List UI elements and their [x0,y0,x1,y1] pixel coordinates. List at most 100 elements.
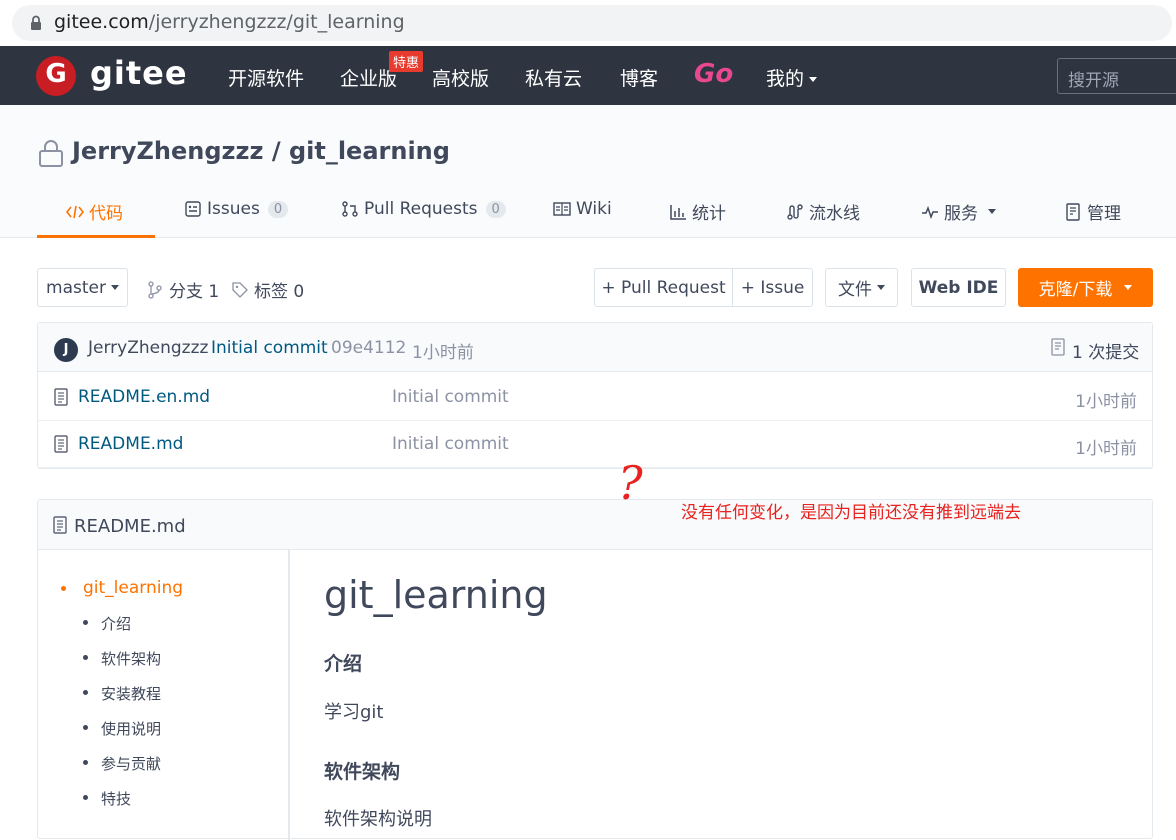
table-row[interactable]: README.en.md Initial commit 1小时前 [38,373,1152,421]
search-input[interactable]: 搜开源 [1057,58,1176,94]
latest-commit-bar: J JerryZhengzzz Initial commit 09e4112 1… [38,323,1152,372]
nav-private-cloud[interactable]: 私有云 [525,64,582,91]
browser-address-bar: gitee.com/jerryzhengzzz/git_learning [0,0,1176,46]
toc-item-label: git_learning [83,578,184,598]
toc-item-label: 使用说明 [101,720,162,738]
file-list: J JerryZhengzzz Initial commit 09e4112 1… [37,322,1153,469]
tab-pipeline-label: 流水线 [809,204,860,224]
file-icon [54,435,68,453]
promo-badge: 特惠 [389,51,424,72]
pulls-count-badge: 0 [485,200,506,218]
branch-select[interactable]: master [37,268,128,307]
tab-manage[interactable]: 管理 [1064,199,1121,224]
commit-count-link[interactable]: 1 次提交 [1072,338,1139,363]
toc-item-label: 安装教程 [101,685,162,703]
toc-item[interactable]: git_learning [61,578,184,598]
web-ide-button[interactable]: Web IDE [911,268,1006,307]
avatar[interactable]: J [54,338,78,362]
issues-icon [185,201,201,217]
chevron-down-icon [110,285,119,290]
private-lock-icon [39,140,63,167]
new-issue-button[interactable]: + Issue [732,268,813,307]
new-pull-request-button[interactable]: + Pull Request [594,268,733,307]
tab-service[interactable]: 服务 [921,199,996,224]
file-name[interactable]: README.en.md [78,387,210,407]
toc-item-label: 参与贡献 [101,755,162,773]
book-icon [553,202,571,216]
file-time: 1小时前 [1075,439,1137,459]
file-icon [53,516,67,534]
readme-h1: git_learning [324,573,548,617]
branches-label: 分支 1 [169,282,220,302]
readme-filename[interactable]: README.md [74,516,186,537]
active-tab-indicator [37,235,155,238]
tab-stats-label: 统计 [692,204,726,224]
commits-doc-icon [1051,338,1065,356]
file-menu-button[interactable]: 文件 [825,268,898,307]
toc-item[interactable]: 特技 [83,788,132,809]
toc-item[interactable]: 使用说明 [83,718,162,739]
chevron-down-icon [809,77,818,82]
gitee-logo-text[interactable]: gitee [90,54,188,92]
toc-item[interactable]: 软件架构 [83,648,162,669]
top-navbar: G gitee 开源软件 企业版 特惠 高校版 私有云 博客 Go 我的 搜开源 [0,46,1176,105]
tags-link[interactable]: 标签 0 [232,277,304,302]
tab-manage-label: 管理 [1087,204,1121,224]
tags-label: 标签 0 [254,282,305,302]
tab-wiki[interactable]: Wiki [553,199,612,219]
tab-service-label: 服务 [944,204,978,224]
nav-blog[interactable]: 博客 [620,64,658,91]
file-menu-label: 文件 [838,280,872,300]
nav-mine-label: 我的 [766,68,805,90]
tab-pull-requests[interactable]: Pull Requests 0 [341,199,506,219]
clone-label: 克隆/下载 [1038,280,1113,300]
readme-paragraph: 软件架构说明 [324,809,432,830]
repo-title[interactable]: JerryZhengzzz / git_learning [72,137,450,165]
branch-select-label: master [46,277,106,298]
table-row[interactable]: README.md Initial commit 1小时前 [38,420,1152,468]
nav-go[interactable]: Go [694,59,733,89]
tab-stats[interactable]: 统计 [669,199,726,224]
toc-item[interactable]: 安装教程 [83,683,162,704]
lock-icon [31,15,41,30]
readme-h3-arch: 软件架构 [324,761,401,783]
file-commit-message[interactable]: Initial commit [392,434,509,454]
chevron-down-icon [988,209,996,214]
toc-item-label: 软件架构 [101,650,162,668]
branch-icon [148,280,162,299]
toc-item[interactable]: 参与贡献 [83,753,162,774]
nav-open-source[interactable]: 开源软件 [228,64,304,91]
url-text[interactable]: gitee.com/jerryzhengzzz/git_learning [54,11,405,33]
commit-author[interactable]: JerryZhengzzz [88,338,208,358]
commit-time: 1小时前 [412,343,474,363]
readme-toc: git_learning 介绍 软件架构 安装教程 使用说明 参与贡献 特技 [38,550,290,840]
pull-request-icon [342,201,358,217]
search-placeholder: 搜开源 [1068,71,1119,91]
tab-issues[interactable]: Issues 0 [184,199,289,219]
bar-chart-icon [670,204,686,220]
tab-pulls-label: Pull Requests [364,199,478,219]
readme-h3-intro: 介绍 [324,653,363,675]
clone-download-button[interactable]: 克隆/下载 [1018,268,1153,307]
tag-icon [232,281,248,298]
gitee-logo-icon[interactable]: G [36,56,76,96]
tab-pipeline[interactable]: 流水线 [786,199,860,224]
commit-message[interactable]: Initial commit [211,338,328,358]
nav-mine[interactable]: 我的 [766,64,818,91]
commit-hash[interactable]: 09e4112 [331,338,406,358]
tab-code[interactable]: 代码 [66,199,123,224]
file-name[interactable]: README.md [78,434,183,454]
pipeline-icon [787,203,803,220]
nav-education[interactable]: 高校版 [432,64,489,91]
pulse-icon [922,205,938,219]
readme-paragraph: 学习git [324,702,384,723]
chevron-down-icon [1124,285,1133,290]
toc-item[interactable]: 介绍 [83,613,131,634]
branches-link[interactable]: 分支 1 [147,277,219,302]
annotation-note: 没有任何变化，是因为目前还没有推到远端去 [681,503,1021,523]
toc-item-label: 特技 [101,790,132,808]
tab-code-label: 代码 [89,204,123,224]
readme-panel: README.md git_learning 介绍 软件架构 安装教程 使用说明… [37,499,1153,840]
file-time: 1小时前 [1075,392,1137,412]
file-commit-message[interactable]: Initial commit [392,387,509,407]
